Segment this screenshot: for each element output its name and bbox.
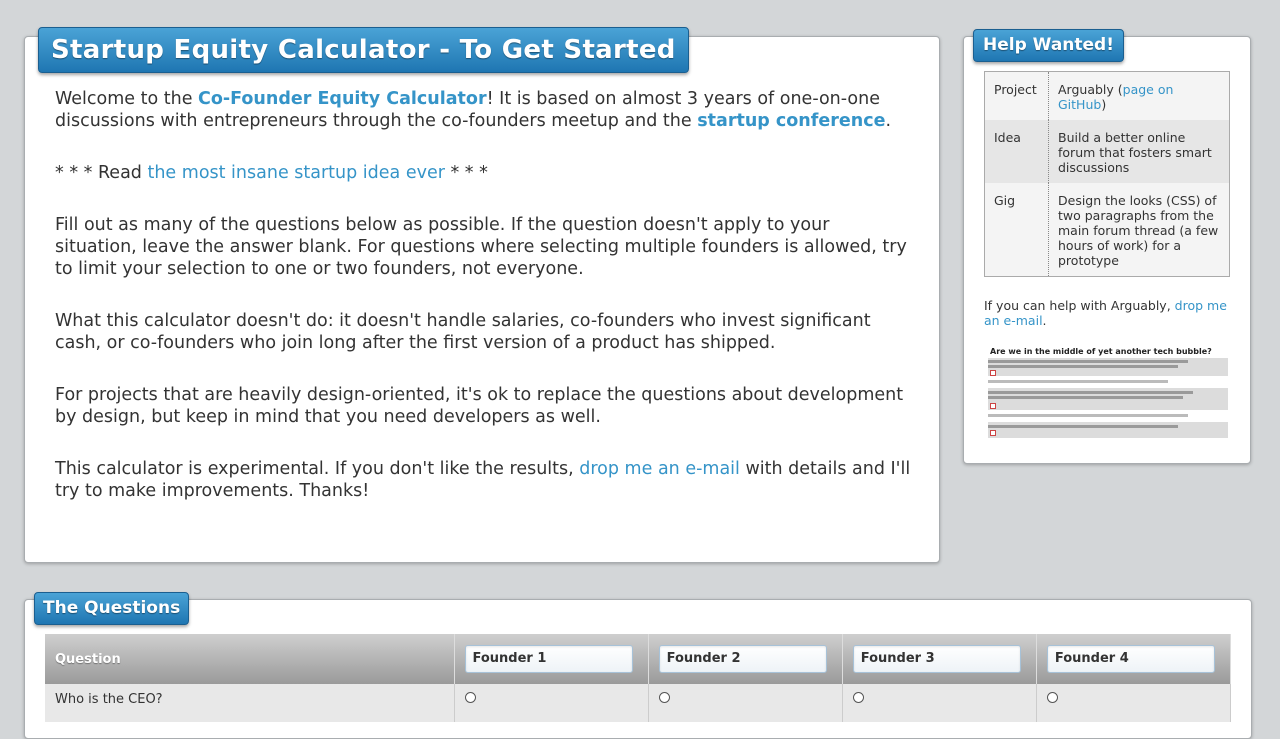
founder-1-header: Founder 1 — [454, 634, 649, 684]
questions-table: Question Founder 1 Founder 2 Founder 3 F… — [45, 634, 1232, 722]
founder-2-name-input[interactable]: Founder 2 — [658, 645, 827, 673]
gig-value: Design the looks (CSS) of two paragraphs… — [1058, 193, 1219, 268]
founder-4-radio[interactable] — [1046, 692, 1058, 703]
idea-label: Idea — [984, 120, 1049, 183]
founder-3-name-input[interactable]: Founder 3 — [852, 645, 1021, 673]
table-row: Who is the CEO? — [45, 684, 1232, 722]
thumbnail-line — [988, 360, 1188, 363]
project-name: Arguably ( — [1058, 82, 1123, 97]
insane-idea-prefix: * * * Read — [55, 163, 148, 183]
welcome-text: Welcome to the — [55, 89, 199, 109]
thumbnail-title: Are we in the middle of yet another tech… — [990, 347, 1212, 356]
thumbnail-line — [988, 380, 1168, 383]
intro-text: Welcome to the Co-Founder Equity Calcula… — [55, 88, 915, 532]
gig-row: Gig Design the looks (CSS) of two paragr… — [984, 183, 1230, 277]
welcome-text-3: . — [885, 111, 892, 131]
answer-cell — [454, 684, 649, 722]
experimental-text: This calculator is experimental. If you … — [55, 459, 580, 479]
thumbnail-box — [990, 430, 996, 436]
intro-panel-title: Startup Equity Calculator - To Get Start… — [38, 27, 689, 73]
answer-cell — [1036, 684, 1232, 722]
questions-header-row: Question Founder 1 Founder 2 Founder 3 F… — [45, 634, 1232, 684]
instructions-paragraph: Fill out as many of the questions below … — [55, 215, 907, 279]
insane-idea-link[interactable]: the most insane startup idea ever — [147, 163, 444, 183]
design-paragraph: For projects that are heavily design-ori… — [55, 385, 904, 427]
thumbnail-box — [990, 403, 996, 409]
project-close-paren: ) — [1101, 97, 1107, 112]
tech-bubble-thumbnail[interactable]: Are we in the middle of yet another tech… — [986, 346, 1228, 442]
limitations-paragraph: What this calculator doesn't do: it does… — [55, 311, 871, 353]
founder-4-name-input[interactable]: Founder 4 — [1046, 645, 1215, 673]
question-text: Who is the CEO? — [45, 684, 455, 722]
answer-cell — [842, 684, 1037, 722]
drop-email-link[interactable]: drop me an e-mail — [579, 459, 740, 479]
thumbnail-line — [988, 391, 1193, 394]
idea-value: Build a better online forum that fosters… — [1058, 130, 1212, 175]
founder-3-radio[interactable] — [852, 692, 864, 703]
help-wanted-title: Help Wanted! — [973, 29, 1124, 62]
help-wanted-table: Project Arguably (page on GitHub) Idea B… — [984, 71, 1230, 277]
founder-1-radio[interactable] — [464, 692, 476, 703]
founder-1-name-input[interactable]: Founder 1 — [464, 645, 633, 673]
project-label: Project — [984, 71, 1049, 120]
project-value: Arguably (page on GitHub) — [1049, 72, 1230, 121]
founder-3-header: Founder 3 — [842, 634, 1037, 684]
thumbnail-line — [988, 425, 1178, 428]
help-text-end: . — [1042, 313, 1047, 328]
equity-calculator-link[interactable]: Co-Founder Equity Calculator — [198, 89, 487, 109]
thumbnail-box — [990, 370, 996, 376]
thumbnail-line — [988, 396, 1183, 399]
founder-2-header: Founder 2 — [648, 634, 843, 684]
help-text-body: If you can help with Arguably, — [984, 298, 1175, 313]
experimental-paragraph: This calculator is experimental. If you … — [55, 458, 915, 502]
startup-conference-link[interactable]: startup conference — [697, 111, 885, 131]
answer-cell — [648, 684, 843, 722]
founder-4-header: Founder 4 — [1036, 634, 1232, 684]
thumbnail-line — [988, 414, 1188, 417]
gig-label: Gig — [984, 183, 1049, 277]
help-text: If you can help with Arguably, drop me a… — [984, 298, 1234, 328]
insane-idea-paragraph: * * * Read the most insane startup idea … — [55, 162, 915, 184]
founder-2-radio[interactable] — [658, 692, 670, 703]
insane-idea-suffix: * * * — [444, 163, 488, 183]
question-column-header: Question — [45, 634, 455, 684]
questions-title: The Questions — [34, 592, 190, 625]
welcome-paragraph: Welcome to the Co-Founder Equity Calcula… — [55, 88, 915, 132]
project-row: Project Arguably (page on GitHub) — [984, 71, 1230, 121]
idea-row: Idea Build a better online forum that fo… — [984, 120, 1230, 183]
thumbnail-line — [988, 365, 1178, 368]
